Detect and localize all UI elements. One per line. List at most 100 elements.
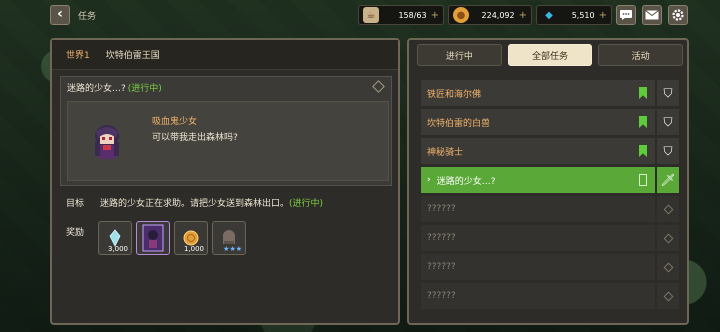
quest-row-side[interactable]: 🗡 [657,167,679,193]
quest-name: 迷路的少女…? [436,176,496,187]
quest-row-main: ?????? [421,196,655,222]
quest-row-side [657,225,679,251]
list-item-locked: ?????? [421,254,679,280]
reward-item-crystal[interactable]: 3,000 [98,221,132,255]
gold-coin-icon [183,230,199,246]
mail-icon [645,10,659,20]
reward-qty: 3,000 [107,245,128,253]
add-gem-button[interactable]: + [599,10,607,21]
quest-row-side[interactable]: ⛉ [657,138,679,164]
vampire-girl-portrait [95,125,119,159]
gold-counter: ● 224,092 + [448,5,532,25]
quest-name: ?????? [427,233,456,243]
reward-stars: ★★★ [223,245,242,253]
list-item-locked: ?????? [421,196,679,222]
quest-row-main: ?????? [421,283,655,309]
quest-name: ?????? [427,291,456,301]
quest-row-side[interactable]: ⛉ [657,80,679,106]
npc-dialog-text: 可以带我走出森林吗? [152,133,238,143]
quest-row-main: ?????? [421,225,655,251]
reward-item-gold[interactable]: 1,000 [174,221,208,255]
quest-name: ?????? [427,204,456,214]
gold-value: 224,092 [481,10,515,20]
quest-title-row: 迷路的少女…? (进行中) [61,77,391,97]
quest-card: 迷路的少女…? (进行中) 吸血鬼少女 可以带我走出森林吗? [60,76,392,186]
quest-name: 铁匠和海尔佛 [427,89,482,100]
list-item[interactable]: 神秘骑士 ⛉ [421,138,679,164]
world-name: 坎特伯雷王国 [105,51,160,61]
sword-icon: 🗡 [660,173,676,187]
back-button[interactable]: ‹ [50,5,70,25]
quest-tabs: 进行中 全部任务 活动 [417,44,684,66]
coffee-cup-icon: ☕ [363,7,379,23]
bookmark-icon[interactable] [639,87,647,99]
quest-row-main[interactable]: 坎特伯雷的白兽 [421,109,655,135]
npc-dialog-box: 吸血鬼少女 可以带我走出森林吗? [67,101,389,181]
npc-name: 吸血鬼少女 [152,117,198,127]
list-item[interactable]: 坎特伯雷的白兽 ⛉ [421,109,679,135]
quest-title: 迷路的少女…? [67,83,126,94]
quest-goal: 目标 迷路的少女正在求助。请把少女送到森林出口。 (进行中) [66,196,323,209]
bookmark-icon[interactable] [639,145,647,157]
equipment-icon [223,230,235,244]
reward-item-hero-card[interactable] [136,221,170,255]
quest-status: (进行中) [127,83,162,94]
quest-detail-panel: 世界1 坎特伯雷王国 迷路的少女…? (进行中) 吸血鬼少女 可以带我走出森林吗… [50,38,400,325]
chat-button[interactable] [616,5,636,25]
quest-row-main[interactable]: 神秘骑士 [421,138,655,164]
quest-row-side[interactable]: ⛉ [657,109,679,135]
bookmark-outline-icon[interactable] [639,174,647,186]
quest-row-side [657,283,679,309]
tab-events[interactable]: 活动 [598,44,684,66]
gem-icon: ◆ [545,9,553,21]
hero-card-icon [142,224,164,252]
add-gold-button[interactable]: + [519,10,527,21]
shield-icon: ⛉ [663,114,673,129]
world-label: 世界1 [66,51,90,61]
reward-item-equipment[interactable]: ★★★ [212,221,246,255]
chat-icon [620,10,632,20]
quest-row-side [657,254,679,280]
gear-icon [672,9,684,21]
quest-name: 神秘骑士 [427,147,464,158]
quest-row-main: ?????? [421,254,655,280]
list-item-active[interactable]: › 迷路的少女…? 🗡 [421,167,679,193]
quest-name: 坎特伯雷的白兽 [427,118,491,129]
diamond-icon [663,262,673,272]
reward-list: 3,000 1,000 ★★★ [98,221,246,255]
quest-row-main[interactable]: › 迷路的少女…? [421,167,655,193]
tab-in-progress[interactable]: 进行中 [417,44,502,66]
gem-value: 5,510 [571,10,595,20]
quest-list-panel: 进行中 全部任务 活动 铁匠和海尔佛 ⛉ 坎特伯雷的白兽 ⛉ 神秘骑士 ⛉ › … [407,38,689,325]
mail-button[interactable] [642,5,662,25]
reward-qty: 1,000 [183,245,204,253]
list-item-locked: ?????? [421,283,679,309]
world-header: 世界1 坎特伯雷王国 [52,40,398,70]
quest-name: ?????? [427,262,456,272]
reward-label: 奖励 [66,228,85,238]
diamond-icon [663,291,673,301]
shield-icon: ⛉ [663,85,673,100]
quest-row-main[interactable]: 铁匠和海尔佛 [421,80,655,106]
list-item[interactable]: 铁匠和海尔佛 ⛉ [421,80,679,106]
settings-button[interactable] [668,5,688,25]
stamina-counter: ☕ 158/63 + [358,5,444,25]
quest-row-side [657,196,679,222]
tab-all-quests[interactable]: 全部任务 [507,44,593,66]
screen-title: 任务 [78,12,97,22]
diamond-icon [663,204,673,214]
shield-icon: ⛉ [663,143,673,158]
goal-label: 目标 [66,199,85,209]
quest-list: 铁匠和海尔佛 ⛉ 坎特伯雷的白兽 ⛉ 神秘骑士 ⛉ › 迷路的少女…? 🗡 ??… [421,80,679,312]
diamond-icon [663,233,673,243]
gem-counter: ◆ 5,510 + [536,5,612,25]
add-stamina-button[interactable]: + [431,10,439,21]
goal-status: (进行中) [289,199,324,209]
goal-text: 迷路的少女正在求助。请把少女送到森林出口。 [100,199,290,209]
list-item-locked: ?????? [421,225,679,251]
chevron-right-icon: › [427,175,431,185]
bookmark-icon[interactable] [639,116,647,128]
top-bar: ‹ 任务 ☕ 158/63 + ● 224,092 + ◆ 5,510 + [0,0,720,30]
stamina-value: 158/63 [398,10,427,20]
gold-coin-icon: ● [453,7,469,23]
